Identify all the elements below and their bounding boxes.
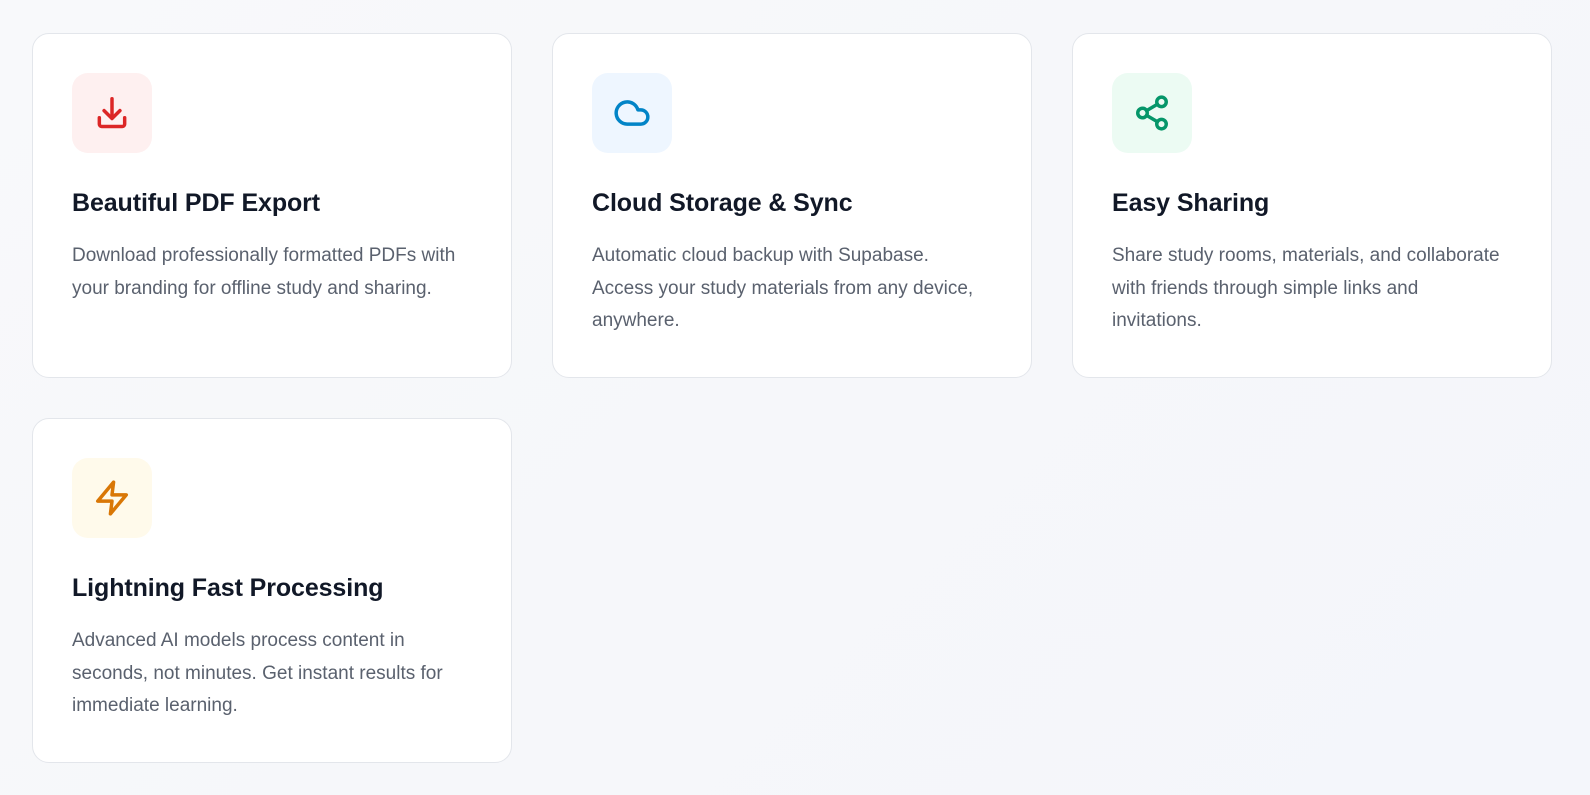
- feature-description: Advanced AI models process content in se…: [72, 630, 443, 716]
- icon-box-pdf-export: [72, 73, 152, 153]
- feature-card-cloud-storage: Cloud Storage & Sync Automatic cloud bac…: [552, 33, 1032, 378]
- feature-title: Easy Sharing: [1112, 189, 1270, 217]
- feature-description: Automatic cloud backup with Supabase. Ac…: [592, 245, 974, 331]
- feature-card-pdf-export: Beautiful PDF Export Download profession…: [32, 33, 512, 378]
- share-icon: [1136, 95, 1168, 131]
- cloud-icon: [614, 100, 650, 126]
- icon-box-fast-processing: [72, 458, 152, 538]
- feature-description: Download professionally formatted PDFs w…: [72, 245, 456, 299]
- feature-card-fast-processing: Lightning Fast Processing Advanced AI mo…: [32, 418, 512, 763]
- download-icon: [97, 97, 127, 129]
- feature-card-easy-sharing: Easy Sharing Share study rooms, material…: [1072, 33, 1552, 378]
- lightning-icon: [96, 480, 128, 516]
- feature-title: Beautiful PDF Export: [72, 189, 321, 217]
- features-grid: Beautiful PDF Export Download profession…: [32, 33, 1552, 763]
- icon-box-easy-sharing: [1112, 73, 1192, 153]
- feature-description: Share study rooms, materials, and collab…: [1112, 245, 1500, 331]
- feature-title: Lightning Fast Processing: [72, 574, 384, 602]
- feature-title: Cloud Storage & Sync: [592, 189, 853, 217]
- icon-box-cloud-storage: [592, 73, 672, 153]
